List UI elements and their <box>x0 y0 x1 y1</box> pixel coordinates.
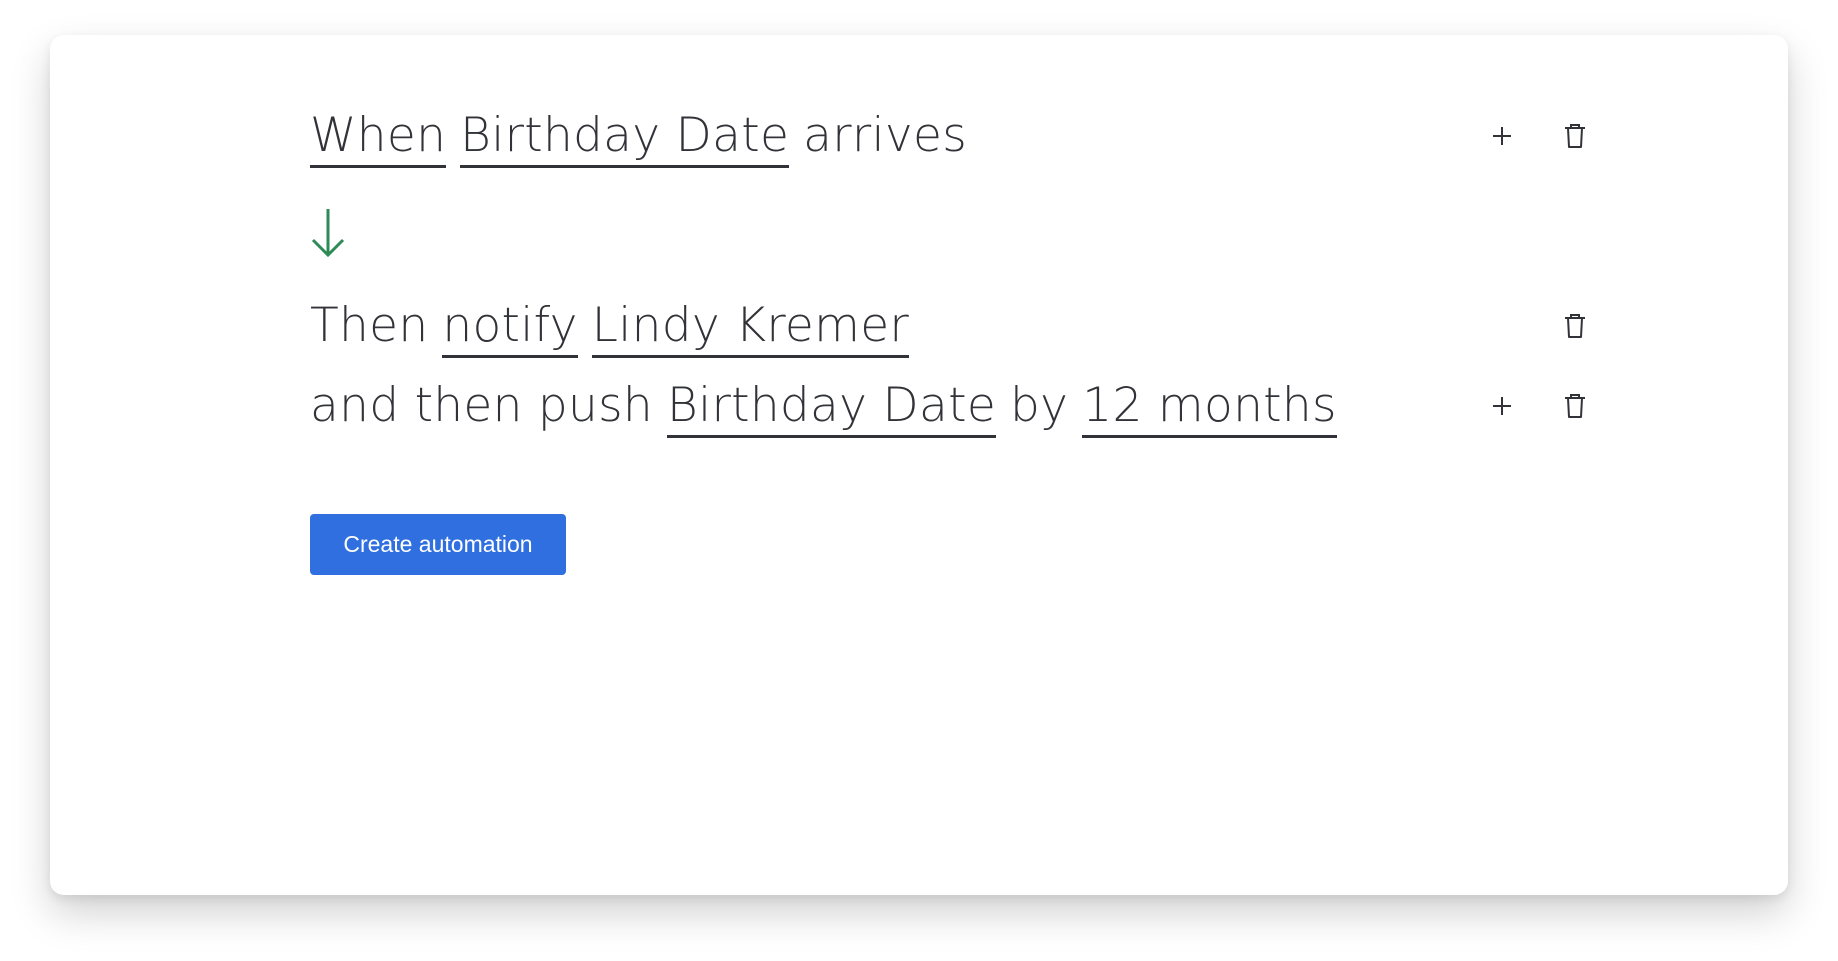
plus-icon <box>1493 127 1511 145</box>
action-push-prefix-text: and then push <box>310 378 654 433</box>
delete-notify-action-button[interactable] <box>1555 306 1595 346</box>
add-action-button[interactable] <box>1482 116 1522 156</box>
trigger-when-token[interactable]: When <box>310 112 447 168</box>
action-target-token[interactable]: Lindy Kremer <box>591 302 910 358</box>
action-verb-token[interactable]: notify <box>442 302 578 358</box>
action-push-field-token[interactable]: Birthday Date <box>667 382 997 438</box>
plus-icon <box>1493 397 1511 415</box>
trash-icon <box>1565 394 1585 418</box>
trash-icon <box>1565 124 1585 148</box>
arrow-down-icon <box>311 209 345 258</box>
action-push-sentence: and then push Birthday Date by 12 months <box>310 382 1337 438</box>
add-next-action-button[interactable] <box>1482 386 1522 426</box>
trash-icon <box>1565 314 1585 338</box>
delete-trigger-button[interactable] <box>1555 116 1595 156</box>
action-amount-token[interactable]: 12 months <box>1082 382 1337 438</box>
create-automation-button[interactable]: Create automation <box>310 514 566 575</box>
trigger-sentence: When Birthday Date arrives <box>310 112 967 168</box>
action-by-text: by <box>1010 378 1069 433</box>
action-then-text: Then <box>310 298 429 353</box>
automation-card: When Birthday Date arrives Then notify Lindy… <box>50 35 1788 895</box>
trigger-suffix-text: arrives <box>803 108 967 163</box>
action-notify-sentence: Then notify Lindy Kremer <box>310 298 910 358</box>
trigger-field-token[interactable]: Birthday Date <box>460 112 790 168</box>
delete-push-action-button[interactable] <box>1555 386 1595 426</box>
